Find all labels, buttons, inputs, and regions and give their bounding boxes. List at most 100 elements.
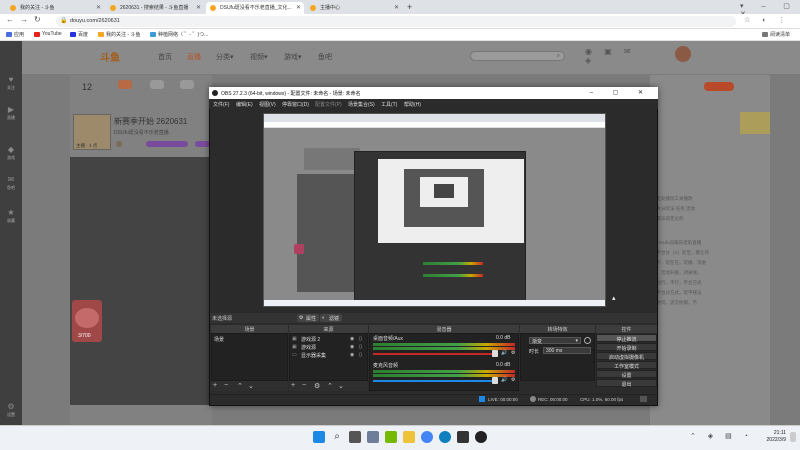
windows-start-icon[interactable] bbox=[313, 431, 325, 443]
sidebar-item[interactable]: ⚙ 设置 bbox=[0, 402, 22, 418]
obs-window-controls[interactable]: – ▢ ✕ bbox=[590, 89, 652, 96]
transition-select[interactable]: 渐变 ▾ bbox=[529, 337, 581, 345]
browser-tab[interactable]: 2620631 - 搜索结果 - 斗鱼直播 ✕ bbox=[106, 2, 204, 14]
taskbar-clock[interactable]: 21:11 2022/3/9 bbox=[756, 430, 786, 444]
menu-docks[interactable]: 停靠窗口(D) bbox=[282, 101, 309, 108]
sidebar-item[interactable]: ★ 收藏 bbox=[0, 208, 22, 224]
sidebar-item[interactable]: ✉ 鱼吧 bbox=[0, 175, 22, 191]
nav-forum[interactable]: 鱼吧 bbox=[318, 52, 332, 62]
studio-mode-button[interactable]: 工作室模式 bbox=[596, 361, 657, 370]
browser-tab[interactable]: 主播中心 ✕ bbox=[306, 2, 402, 14]
search-icon[interactable]: ⌕ bbox=[331, 431, 343, 443]
start-recording-button[interactable]: 开始录制 bbox=[596, 343, 657, 352]
add-icon[interactable]: + bbox=[213, 382, 217, 389]
filters-button[interactable]: ◐ 滤镜 bbox=[320, 314, 343, 322]
gear-icon[interactable]: ⚙ bbox=[314, 382, 320, 390]
system-tray-icons[interactable]: ⌃ ◈ ▤ ◔ bbox=[690, 432, 753, 440]
gear-icon[interactable]: ⚙ bbox=[511, 377, 515, 383]
task-view-icon[interactable] bbox=[349, 431, 361, 443]
lock-icon[interactable]: ▯ bbox=[359, 336, 362, 342]
source-item[interactable]: 游戏源 bbox=[301, 344, 316, 351]
visibility-icon[interactable]: ◉ bbox=[350, 336, 354, 342]
visibility-icon[interactable]: ◉ bbox=[350, 344, 354, 350]
menu-tools[interactable]: 工具(T) bbox=[381, 101, 397, 108]
obs-icon[interactable] bbox=[475, 431, 487, 443]
browser-tab-active[interactable]: DSUfu斑没看不乐老直播_文化... ✕ bbox=[206, 2, 304, 14]
store-icon[interactable] bbox=[457, 431, 469, 443]
avatar[interactable] bbox=[675, 46, 691, 62]
visibility-icon[interactable]: ◉ bbox=[350, 352, 354, 358]
add-icon[interactable]: + bbox=[291, 382, 295, 389]
menu-scene-collection[interactable]: 场景集合(S) bbox=[348, 101, 375, 108]
gift-panel[interactable]: 3/700 bbox=[72, 300, 102, 342]
forward-icon[interactable]: → bbox=[20, 15, 28, 24]
bookmark-baidu[interactable]: 百度 bbox=[70, 31, 88, 38]
event-banner[interactable] bbox=[740, 112, 770, 134]
notification-icon[interactable] bbox=[790, 432, 796, 442]
move-down-icon[interactable]: ⌄ bbox=[338, 382, 344, 390]
stop-streaming-button[interactable]: 停止推流 bbox=[596, 334, 657, 343]
duration-input[interactable]: 300 ms bbox=[543, 347, 591, 354]
file-explorer-icon[interactable] bbox=[403, 431, 415, 443]
menu-file[interactable]: 文件(F) bbox=[213, 101, 229, 108]
menu-view[interactable]: 视图(V) bbox=[259, 101, 276, 108]
tag-chip[interactable] bbox=[116, 141, 122, 147]
header-icons[interactable]: ◉ ▣ ✉ ◈ bbox=[585, 47, 645, 65]
bookmark-apps[interactable]: 应用 bbox=[6, 31, 24, 38]
lock-icon[interactable]: ▯ bbox=[359, 344, 362, 350]
widgets-icon[interactable] bbox=[367, 431, 379, 443]
close-icon[interactable]: ✕ bbox=[394, 4, 399, 11]
nvidia-icon[interactable] bbox=[385, 431, 397, 443]
move-up-icon[interactable]: ⌃ bbox=[237, 382, 243, 390]
new-tab-button[interactable]: + bbox=[407, 2, 412, 12]
tag-chip[interactable] bbox=[146, 141, 188, 147]
rank-icon[interactable] bbox=[180, 80, 194, 89]
remove-icon[interactable]: − bbox=[302, 382, 306, 389]
douyu-logo[interactable]: 斗鱼 bbox=[100, 49, 120, 64]
sidebar-item[interactable]: ♥ 关注 bbox=[0, 75, 22, 91]
extension-icons[interactable]: ☆ ◐ ⋮ bbox=[744, 16, 790, 24]
reading-list[interactable]: 阅读清单 bbox=[762, 31, 790, 38]
browser-tab[interactable]: 我的关注 - 斗鱼 ✕ bbox=[6, 2, 104, 14]
exit-button[interactable]: 退出 bbox=[596, 379, 657, 388]
video-player[interactable] bbox=[70, 157, 218, 405]
nav-video[interactable]: 视频▾ bbox=[250, 52, 268, 62]
lock-icon[interactable]: ▯ bbox=[359, 352, 362, 358]
nav-category[interactable]: 分类▾ bbox=[216, 52, 234, 62]
menu-profile[interactable]: 配置文件(P) bbox=[315, 101, 342, 108]
bookmark-youtube[interactable]: YouTube bbox=[34, 31, 62, 37]
search-input[interactable]: ⌕ bbox=[470, 51, 565, 61]
url-field[interactable]: 🔒 douyu.com/2620631 bbox=[56, 16, 736, 27]
move-up-icon[interactable]: ⌃ bbox=[327, 382, 333, 390]
scene-item[interactable]: 场景 bbox=[214, 336, 224, 343]
volume-slider-handle[interactable] bbox=[492, 377, 498, 384]
settings-button[interactable]: 设置 bbox=[596, 370, 657, 379]
menu-edit[interactable]: 编辑(E) bbox=[236, 101, 253, 108]
nav-live[interactable]: 直播 bbox=[187, 52, 201, 62]
obs-preview[interactable] bbox=[263, 113, 606, 307]
remove-icon[interactable]: − bbox=[224, 382, 228, 389]
back-icon[interactable]: ← bbox=[6, 15, 14, 24]
bookmark-douyu[interactable]: 我的关注 - 斗鱼 bbox=[98, 31, 140, 38]
volume-slider[interactable] bbox=[373, 353, 495, 355]
chrome-icon[interactable] bbox=[421, 431, 433, 443]
search-icon[interactable]: ⌕ bbox=[557, 53, 560, 60]
gear-icon[interactable]: ⚙ bbox=[511, 350, 515, 356]
speaker-icon[interactable]: 🔊 bbox=[501, 377, 507, 383]
close-icon[interactable]: ✕ bbox=[196, 4, 201, 11]
nav-games[interactable]: 游戏▾ bbox=[284, 52, 302, 62]
close-icon[interactable]: ✕ bbox=[96, 4, 101, 11]
properties-button[interactable]: ⚙ 属性 bbox=[297, 314, 320, 322]
volume-slider[interactable] bbox=[373, 380, 495, 382]
reload-icon[interactable]: ↻ bbox=[34, 15, 41, 24]
edge-icon[interactable] bbox=[439, 431, 451, 443]
menu-help[interactable]: 帮助(H) bbox=[404, 101, 421, 108]
source-item[interactable]: 游戏源 2 bbox=[301, 336, 320, 343]
bookmark-network[interactable]: 种植网络（ ゜- ゜)つ... bbox=[150, 31, 208, 38]
sidebar-item[interactable]: ◆ 游戏 bbox=[0, 145, 22, 161]
gift-icon[interactable] bbox=[150, 80, 164, 89]
source-item[interactable]: 显示器采集 bbox=[301, 352, 326, 359]
nav-home[interactable]: 首页 bbox=[158, 52, 172, 62]
move-down-icon[interactable]: ⌄ bbox=[248, 382, 254, 390]
gear-icon[interactable] bbox=[584, 337, 591, 344]
